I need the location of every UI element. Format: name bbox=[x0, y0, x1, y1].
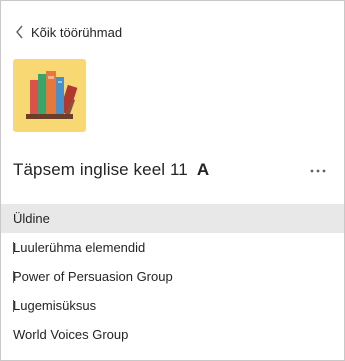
books-icon bbox=[13, 59, 86, 132]
cursor-tick bbox=[13, 271, 14, 283]
team-panel: Kõik töörühmad Täpsem inglise keel 11 A bbox=[0, 0, 345, 361]
channel-label: Üldine bbox=[13, 211, 50, 226]
team-name-mark: A bbox=[196, 160, 210, 179]
more-options-icon bbox=[309, 161, 327, 179]
team-name: Täpsem inglise keel 11 bbox=[13, 160, 188, 179]
channel-list: Üldine Luulerühma elemendid Power of Per… bbox=[1, 204, 344, 349]
more-options-button[interactable] bbox=[307, 159, 329, 181]
cursor-tick bbox=[13, 242, 14, 254]
channel-label: Power of Persuasion Group bbox=[13, 269, 173, 284]
channel-item-reading-unit[interactable]: Lugemisüksus bbox=[1, 291, 344, 320]
channel-item-world-voices[interactable]: World Voices Group bbox=[1, 320, 344, 349]
back-to-all-teams-link[interactable]: Kõik töörühmad bbox=[15, 23, 122, 41]
team-header: Täpsem inglise keel 11 A bbox=[13, 159, 332, 181]
back-label: Kõik töörühmad bbox=[31, 25, 123, 40]
channel-label: Lugemisüksus bbox=[13, 298, 97, 313]
chevron-left-icon bbox=[15, 25, 25, 39]
channel-item-general[interactable]: Üldine bbox=[1, 204, 344, 233]
channel-item-poetry-elements[interactable]: Luulerühma elemendid bbox=[1, 233, 344, 262]
channel-label: Luulerühma elemendid bbox=[13, 240, 146, 255]
cursor-tick bbox=[13, 300, 14, 312]
channel-item-power-of-persuasion[interactable]: Power of Persuasion Group bbox=[1, 262, 344, 291]
channel-label: World Voices Group bbox=[13, 327, 129, 342]
